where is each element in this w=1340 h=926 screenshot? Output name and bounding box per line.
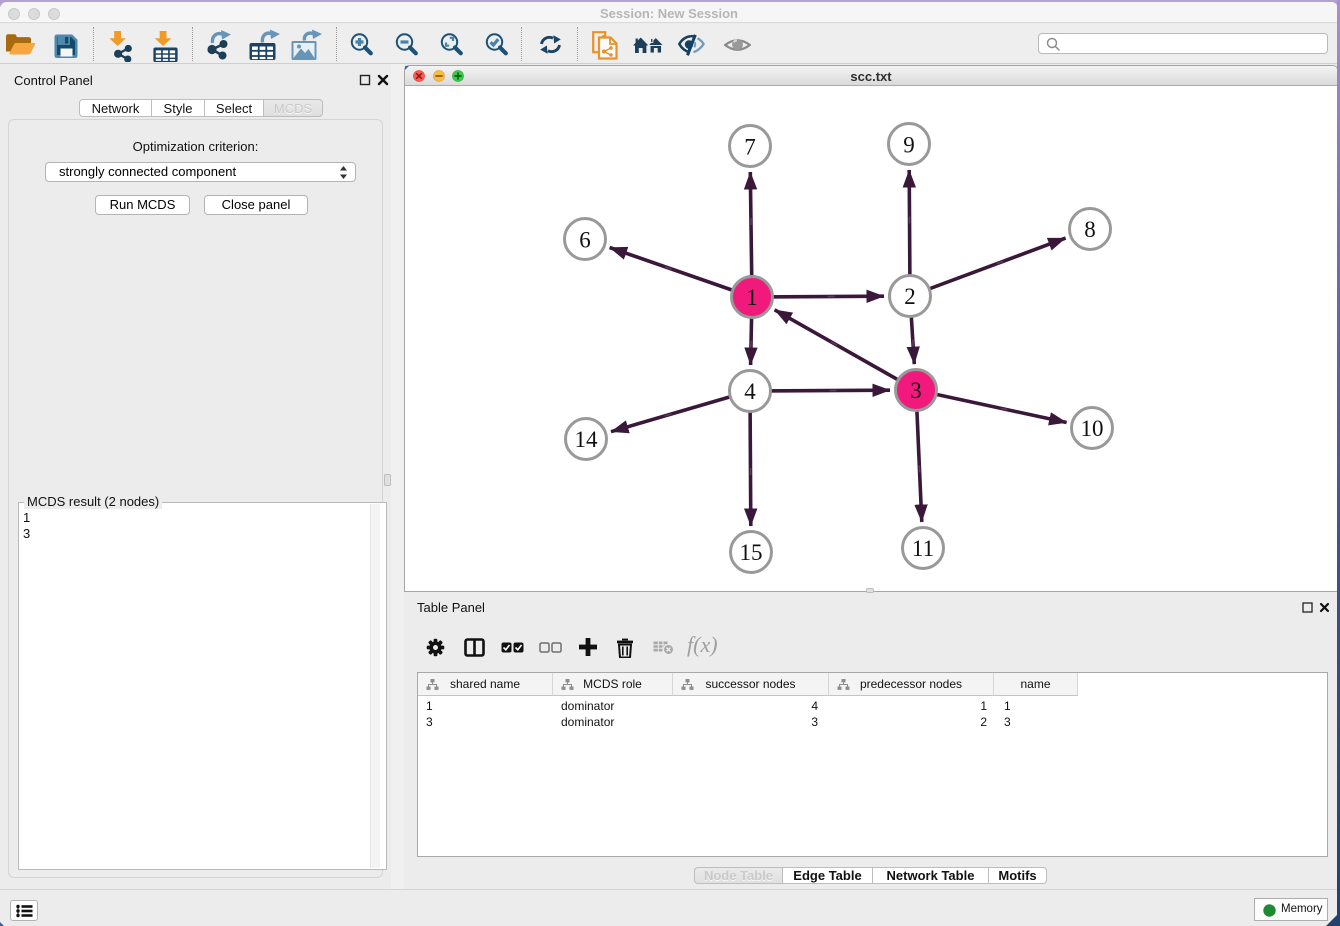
svg-text:14: 14 [575,427,599,452]
svg-text:2: 2 [904,284,916,309]
svg-text:3: 3 [910,378,922,403]
svg-text:1: 1 [746,285,758,310]
svg-text:6: 6 [579,228,591,253]
svg-text:4: 4 [744,379,756,404]
svg-text:9: 9 [903,133,915,158]
svg-text:15: 15 [740,540,763,565]
svg-text:10: 10 [1081,416,1104,441]
svg-text:11: 11 [912,536,934,561]
svg-text:7: 7 [744,135,756,160]
svg-text:8: 8 [1084,217,1096,242]
